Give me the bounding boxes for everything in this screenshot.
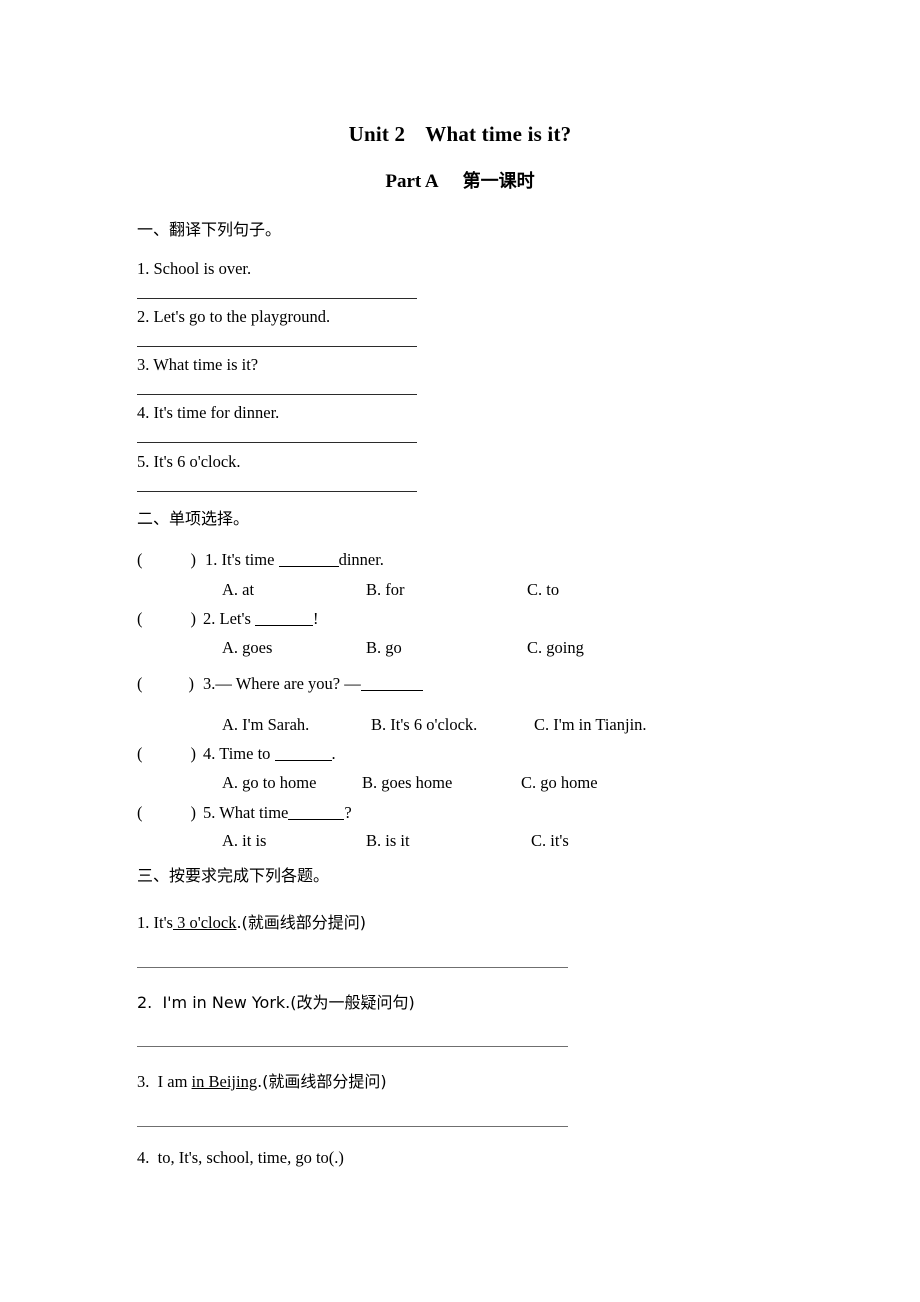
mc-option-3-c[interactable]: C. I'm in Tianjin. [534,715,647,735]
answer-line-3-3[interactable] [137,1126,568,1127]
mc-question-4: 4. Time to . [203,744,336,764]
unit-subject: What time is it? [425,122,572,146]
section-1-item-4: 4. It's time for dinner. [137,403,280,422]
item-tail: .(就画线部分提问) [236,913,367,932]
section-3-heading: 三、按要求完成下列各题。 [137,866,330,885]
paren-close: ) [190,609,197,628]
period-label: 第一课时 [462,171,535,192]
mc-option-4-c[interactable]: C. go home [521,773,598,793]
section-1-item-5: 5. It's 6 o'clock. [137,452,241,471]
section-1-item-1: 1. School is over. [137,259,252,278]
mc-answer-bracket-2[interactable]: () [137,609,196,629]
page-title: Unit 2 What time is it? [0,122,920,147]
paren-open: ( [137,744,143,763]
section-1-item-3: 3. What time is it? [137,355,259,374]
answer-line-1-1[interactable] [137,298,417,299]
mc-option-5-c[interactable]: C. it's [531,831,569,851]
mc-option-2-a[interactable]: A. goes [222,638,272,658]
paren-open: ( [137,803,143,822]
mc-option-3-a[interactable]: A. I'm Sarah. [222,715,309,735]
mc-question-1: 1. It's time dinner. [205,550,384,570]
answer-line-1-3[interactable] [137,394,417,395]
part-label: Part A [385,171,439,192]
answer-line-3-2[interactable] [137,1046,568,1047]
item-tail: .(就画线部分提问) [257,1072,387,1091]
mc-stem-after: dinner. [338,550,384,569]
item-underlined: 3 o'clock [172,913,237,932]
item-lead: 2. I'm in New York.(改为一般疑问句) [137,993,415,1012]
paren-open: ( [137,674,143,693]
section-3-item-4: 4. to, It's, school, time, go to(.) [137,1148,344,1168]
worksheet-page: Unit 2 What time is it? Part A 第一课时 一、翻译下列… [0,0,920,1302]
paren-close: ) [190,803,197,822]
mc-stem-before: 5. What time [203,803,289,822]
mc-option-4-a[interactable]: A. go to home [222,773,316,793]
mc-answer-bracket-4[interactable]: () [137,744,196,764]
mc-option-1-a[interactable]: A. at [222,580,254,600]
section-3-item-1: 1. It's 3 o'clock.(就画线部分提问) [137,913,366,933]
mc-option-1-c[interactable]: C. to [527,580,559,600]
mc-option-2-c[interactable]: C. going [527,638,584,658]
mc-answer-bracket-3[interactable]: () [137,674,194,694]
mc-blank[interactable] [274,760,332,761]
paren-close: ) [190,744,197,763]
mc-option-2-b[interactable]: B. go [366,638,402,658]
mc-blank[interactable] [288,819,345,820]
mc-answer-bracket-5[interactable]: () [137,803,196,823]
paren-close: ) [190,550,197,569]
item-lead: 1. It's [137,913,173,932]
mc-blank[interactable] [278,566,339,567]
answer-line-1-5[interactable] [137,491,417,492]
section-2-heading: 二、单项选择。 [137,509,250,528]
mc-option-3-b[interactable]: B. It's 6 o'clock. [371,715,477,735]
answer-line-1-4[interactable] [137,442,417,443]
unit-title: Unit 2 [348,122,406,146]
mc-blank[interactable] [255,625,314,626]
mc-stem-before: 3.— Where are you? — [203,674,361,693]
item-underlined: in Beijing [191,1072,258,1091]
mc-stem-after: ? [344,803,352,822]
section-1-heading: 一、翻译下列句子。 [137,220,282,239]
answer-line-3-1[interactable] [137,967,568,968]
mc-stem-before: 1. It's time [205,550,279,569]
item-lead: 3. I am [137,1072,192,1091]
mc-option-5-a[interactable]: A. it is [222,831,266,851]
mc-blank[interactable] [360,690,423,691]
answer-line-1-2[interactable] [137,346,417,347]
mc-option-1-b[interactable]: B. for [366,580,405,600]
section-1-item-2: 2. Let's go to the playground. [137,307,331,326]
mc-answer-bracket-1[interactable]: () [137,550,196,570]
mc-stem-before: 2. Let's [203,609,256,628]
section-3-item-3: 3. I am in Beijing.(就画线部分提问) [137,1072,387,1092]
paren-open: ( [137,609,143,628]
mc-stem-after: ! [313,609,319,628]
item-lead: 4. to, It's, school, time, go to(.) [137,1148,344,1167]
mc-question-2: 2. Let's ! [203,609,319,629]
mc-stem-after: . [331,744,336,763]
paren-open: ( [137,550,143,569]
mc-option-5-b[interactable]: B. is it [366,831,410,851]
paren-close: ) [188,674,195,693]
mc-stem-before: 4. Time to [203,744,275,763]
mc-option-4-b[interactable]: B. goes home [362,773,452,793]
section-3-item-2: 2. I'm in New York.(改为一般疑问句) [137,993,415,1013]
mc-question-3: 3.— Where are you? — [203,674,423,694]
page-subtitle: Part A 第一课时 [0,167,920,193]
mc-question-5: 5. What time? [203,803,352,823]
